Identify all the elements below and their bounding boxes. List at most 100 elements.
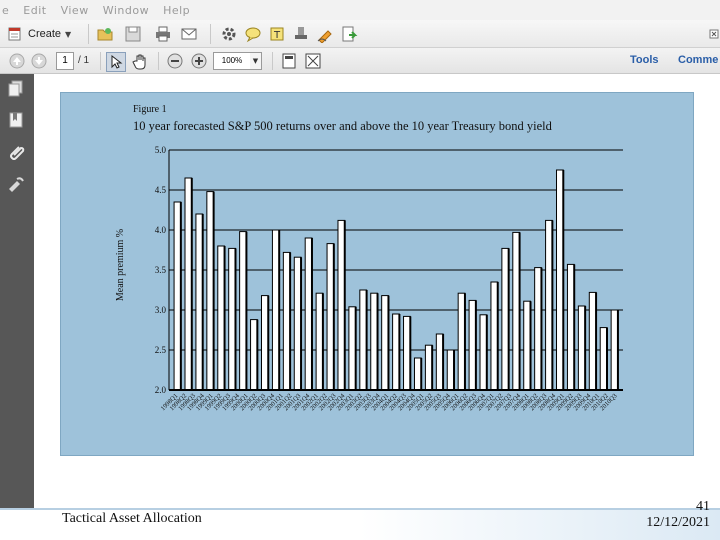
sign-button[interactable] (316, 25, 334, 43)
page-up-icon (8, 52, 26, 70)
menu-edit[interactable]: Edit (23, 4, 46, 17)
main-toolbar: Create ▼ T (0, 20, 720, 48)
select-tool-button[interactable] (106, 52, 126, 72)
zoom-dropdown[interactable]: ▼ (250, 52, 262, 70)
bar-body (315, 292, 324, 391)
bar (228, 247, 237, 391)
menu-bar: e Edit View Window Help (0, 0, 720, 20)
bookmark-icon (7, 111, 25, 133)
y-tick-label: 4.0 (155, 225, 167, 235)
page-down-button[interactable] (30, 52, 48, 70)
bar (250, 319, 259, 391)
bar-body (556, 169, 564, 391)
figure-panel: Figure 1 10 year forecasted S&P 500 retu… (60, 92, 694, 456)
bar (206, 191, 215, 391)
zoom-in-button[interactable] (190, 52, 208, 70)
bar-body (271, 229, 280, 391)
bar-body (523, 300, 532, 391)
attachments-panel-button[interactable] (6, 144, 26, 164)
bar (545, 219, 554, 391)
bar-body (206, 191, 215, 391)
print-button[interactable] (154, 25, 172, 43)
bar-body (184, 177, 193, 391)
navigation-pane (0, 74, 34, 508)
bar-body (413, 357, 422, 391)
bar-body (217, 245, 226, 391)
y-tick-label: 2.5 (155, 345, 167, 355)
pages-panel-button[interactable] (6, 80, 26, 100)
toolbar-overflow[interactable] (708, 20, 720, 74)
menu-view[interactable]: View (61, 4, 89, 17)
page-number-input[interactable]: 1 (56, 52, 74, 70)
bar-body (610, 309, 619, 391)
open-button[interactable] (96, 25, 114, 43)
print-icon (154, 25, 172, 43)
hand-tool-button[interactable] (132, 52, 150, 70)
chevron-down-icon: ▼ (252, 57, 259, 65)
bookmarks-panel-button[interactable] (6, 112, 26, 132)
email-button[interactable] (180, 25, 198, 43)
fullscreen-button[interactable] (304, 52, 322, 70)
zoom-level-input[interactable]: 100% (213, 52, 251, 70)
zoom-in-icon (190, 52, 208, 70)
toolbar-divider (272, 52, 273, 70)
create-button[interactable]: Create ▼ (6, 24, 76, 44)
bar (523, 300, 532, 391)
highlight-button[interactable]: T (268, 25, 286, 43)
toolbar-divider (210, 24, 211, 44)
settings-button[interactable] (220, 25, 238, 43)
page-up-button[interactable] (8, 52, 26, 70)
sign-icon (316, 25, 334, 43)
menu-window[interactable]: Window (103, 4, 149, 17)
signatures-panel-button[interactable] (6, 176, 26, 196)
toolbar-divider (158, 52, 159, 70)
bar (413, 357, 423, 391)
x-tick-labels: 1998Q11998Q21998Q31998Q41999Q11999Q21999… (160, 392, 619, 412)
bar-body (479, 314, 488, 391)
bar-body (468, 299, 477, 391)
bar-body (370, 292, 379, 391)
bar-body (403, 315, 411, 391)
bar (304, 237, 313, 391)
select-arrow-icon (107, 53, 125, 71)
bar-body (512, 231, 521, 391)
save-button[interactable] (124, 25, 142, 43)
comment-button[interactable] (244, 25, 262, 43)
bar-body (435, 333, 444, 391)
toolbar-divider (88, 24, 89, 44)
bar-chart: Figure 1 10 year forecasted S&P 500 retu… (115, 104, 623, 412)
bar-body (173, 201, 182, 391)
create-icon (6, 25, 24, 43)
bar (326, 243, 335, 391)
bar (577, 305, 587, 391)
slide-number: 41 (696, 499, 710, 514)
bar (468, 299, 477, 391)
toolbar-divider (100, 52, 101, 70)
tools-pane-link[interactable]: Tools (630, 54, 659, 66)
fit-page-button[interactable] (280, 52, 298, 70)
bar-series (173, 169, 619, 391)
zoom-out-button[interactable] (166, 52, 184, 70)
footer-date: 12/12/2021 (646, 515, 710, 530)
stamp-button[interactable] (292, 25, 310, 43)
bar-body (304, 237, 313, 391)
y-tick-label: 3.5 (155, 265, 167, 275)
bar-body (501, 247, 510, 391)
bar (534, 267, 543, 391)
attachment-icon (7, 143, 25, 165)
fullscreen-icon (304, 52, 322, 70)
export-button[interactable] (340, 25, 358, 43)
bar (293, 256, 303, 391)
bar (195, 213, 204, 391)
bar-body (260, 295, 269, 391)
menu-file[interactable]: e (2, 4, 9, 17)
bar (479, 314, 488, 391)
bar (370, 292, 379, 391)
bar (403, 315, 412, 391)
bar (490, 281, 499, 391)
bar-body (228, 247, 236, 391)
bar-body (359, 289, 368, 391)
menu-help[interactable]: Help (163, 4, 190, 17)
bar-body (577, 305, 586, 391)
pages-icon (7, 79, 25, 101)
